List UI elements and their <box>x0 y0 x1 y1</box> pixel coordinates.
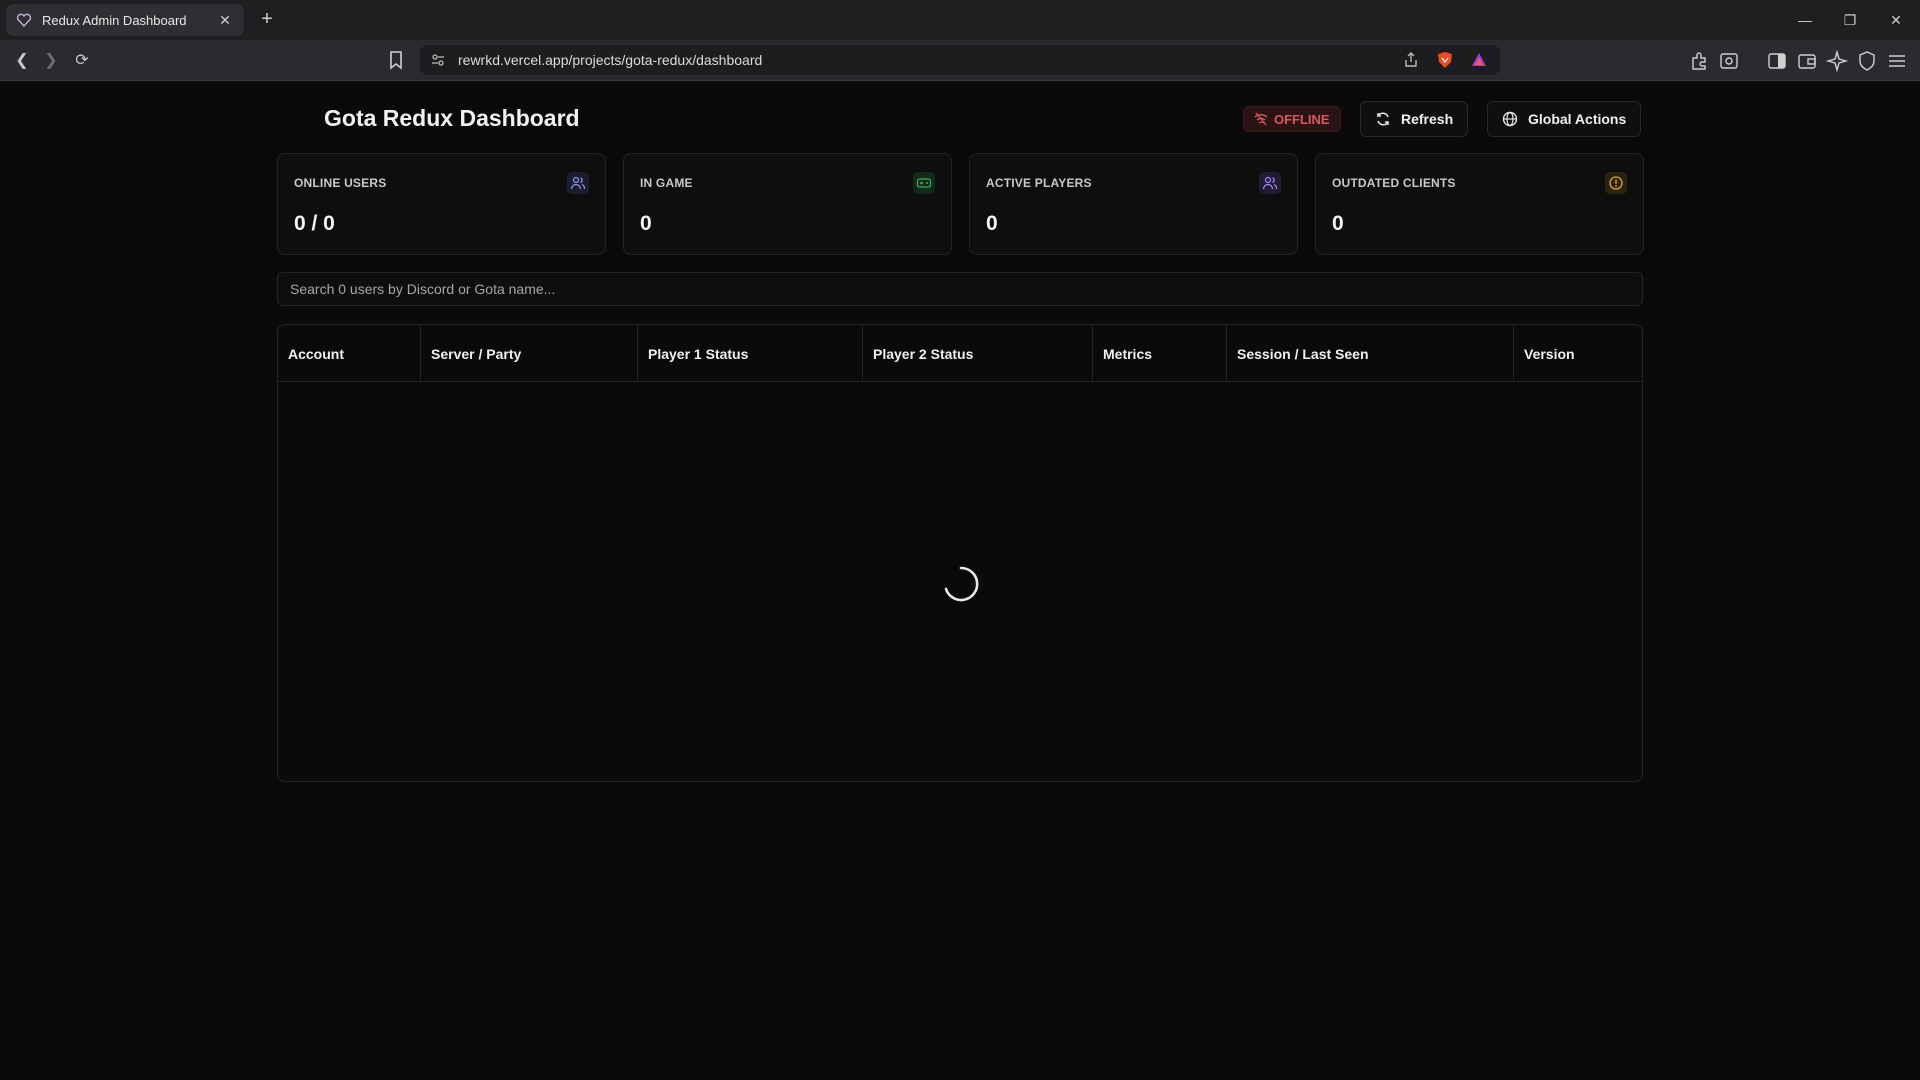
url-text: rewrkd.vercel.app/projects/gota-redux/da… <box>458 52 763 68</box>
column-header-server-party[interactable]: Server / Party <box>421 325 638 382</box>
menu-icon[interactable] <box>1886 50 1908 72</box>
leo-ai-icon[interactable] <box>1826 50 1848 72</box>
stat-label: ONLINE USERS <box>294 176 387 190</box>
stat-value: 0 <box>986 212 998 235</box>
refresh-label: Refresh <box>1401 111 1454 127</box>
table-header: Account Server / Party Player 1 Status P… <box>278 325 1642 382</box>
column-header-player1-status[interactable]: Player 1 Status <box>638 325 863 382</box>
minimize-icon[interactable]: — <box>1793 8 1817 32</box>
status-badge: OFFLINE <box>1243 106 1341 132</box>
page-title: Gota Redux Dashboard <box>324 105 580 131</box>
stat-card-active-players: ACTIVE PLAYERS 0 <box>969 153 1298 255</box>
back-icon[interactable]: ❮ <box>9 48 35 74</box>
stat-card-online-users: ONLINE USERS 0 / 0 <box>277 153 606 255</box>
stat-label: IN GAME <box>640 176 693 190</box>
global-actions-label: Global Actions <box>1528 111 1627 127</box>
sidebar-icon[interactable] <box>1766 50 1788 72</box>
tab-title: Redux Admin Dashboard <box>42 12 187 28</box>
browser-tab[interactable]: Redux Admin Dashboard ✕ <box>6 4 244 36</box>
new-tab-button[interactable]: + <box>255 8 279 32</box>
wallet-icon[interactable] <box>1796 50 1818 72</box>
stat-value: 0 <box>640 212 652 235</box>
restore-icon[interactable]: ❐ <box>1838 8 1862 32</box>
column-header-player2-status[interactable]: Player 2 Status <box>863 325 1093 382</box>
stat-value: 0 <box>1332 212 1344 235</box>
bookmark-icon[interactable] <box>388 50 404 70</box>
stat-card-outdated-clients: OUTDATED CLIENTS 0 <box>1315 153 1644 255</box>
brave-shields-icon[interactable] <box>1436 51 1454 69</box>
brave-rewards-icon[interactable] <box>1470 51 1488 69</box>
stat-label: OUTDATED CLIENTS <box>1332 176 1456 190</box>
address-bar[interactable]: rewrkd.vercel.app/projects/gota-redux/da… <box>420 45 1500 75</box>
extensions-icon[interactable] <box>1688 50 1710 72</box>
global-actions-button[interactable]: Global Actions <box>1487 101 1642 137</box>
tab-search-icon[interactable] <box>1718 50 1740 72</box>
stat-label: ACTIVE PLAYERS <box>986 176 1092 190</box>
loading-spinner-icon <box>944 566 979 602</box>
alert-circle-icon <box>1605 172 1627 194</box>
forward-icon[interactable]: ❯ <box>38 48 64 74</box>
share-icon[interactable] <box>1402 51 1420 69</box>
close-tab-icon[interactable]: ✕ <box>216 12 234 29</box>
stat-card-in-game: IN GAME 0 <box>623 153 952 255</box>
users-icon <box>567 172 589 194</box>
globe-icon <box>1502 111 1518 127</box>
column-header-metrics[interactable]: Metrics <box>1093 325 1227 382</box>
wifi-off-icon <box>1254 112 1268 126</box>
status-badge-label: OFFLINE <box>1274 111 1330 127</box>
stat-value: 0 / 0 <box>294 212 335 235</box>
column-header-account[interactable]: Account <box>278 325 421 382</box>
refresh-button[interactable]: Refresh <box>1360 101 1469 137</box>
refresh-icon <box>1377 112 1389 126</box>
browser-tab-bar: Redux Admin Dashboard ✕ + — ❐ ✕ <box>0 0 1920 40</box>
heart-favicon-icon <box>16 13 32 28</box>
close-window-icon[interactable]: ✕ <box>1884 8 1908 32</box>
column-header-version[interactable]: Version <box>1514 325 1642 382</box>
gamepad-icon <box>913 172 935 194</box>
site-settings-icon[interactable] <box>430 52 446 68</box>
users-icon <box>1259 172 1281 194</box>
browser-toolbar: ❮ ❯ ⟳ rewrkd.vercel.app/projects/gota-re… <box>0 40 1920 81</box>
search-input[interactable] <box>277 272 1643 306</box>
users-table: Account Server / Party Player 1 Status P… <box>277 324 1643 782</box>
column-header-session-last-seen[interactable]: Session / Last Seen <box>1227 325 1514 382</box>
reload-icon[interactable]: ⟳ <box>69 48 95 74</box>
vpn-icon[interactable] <box>1856 50 1878 72</box>
